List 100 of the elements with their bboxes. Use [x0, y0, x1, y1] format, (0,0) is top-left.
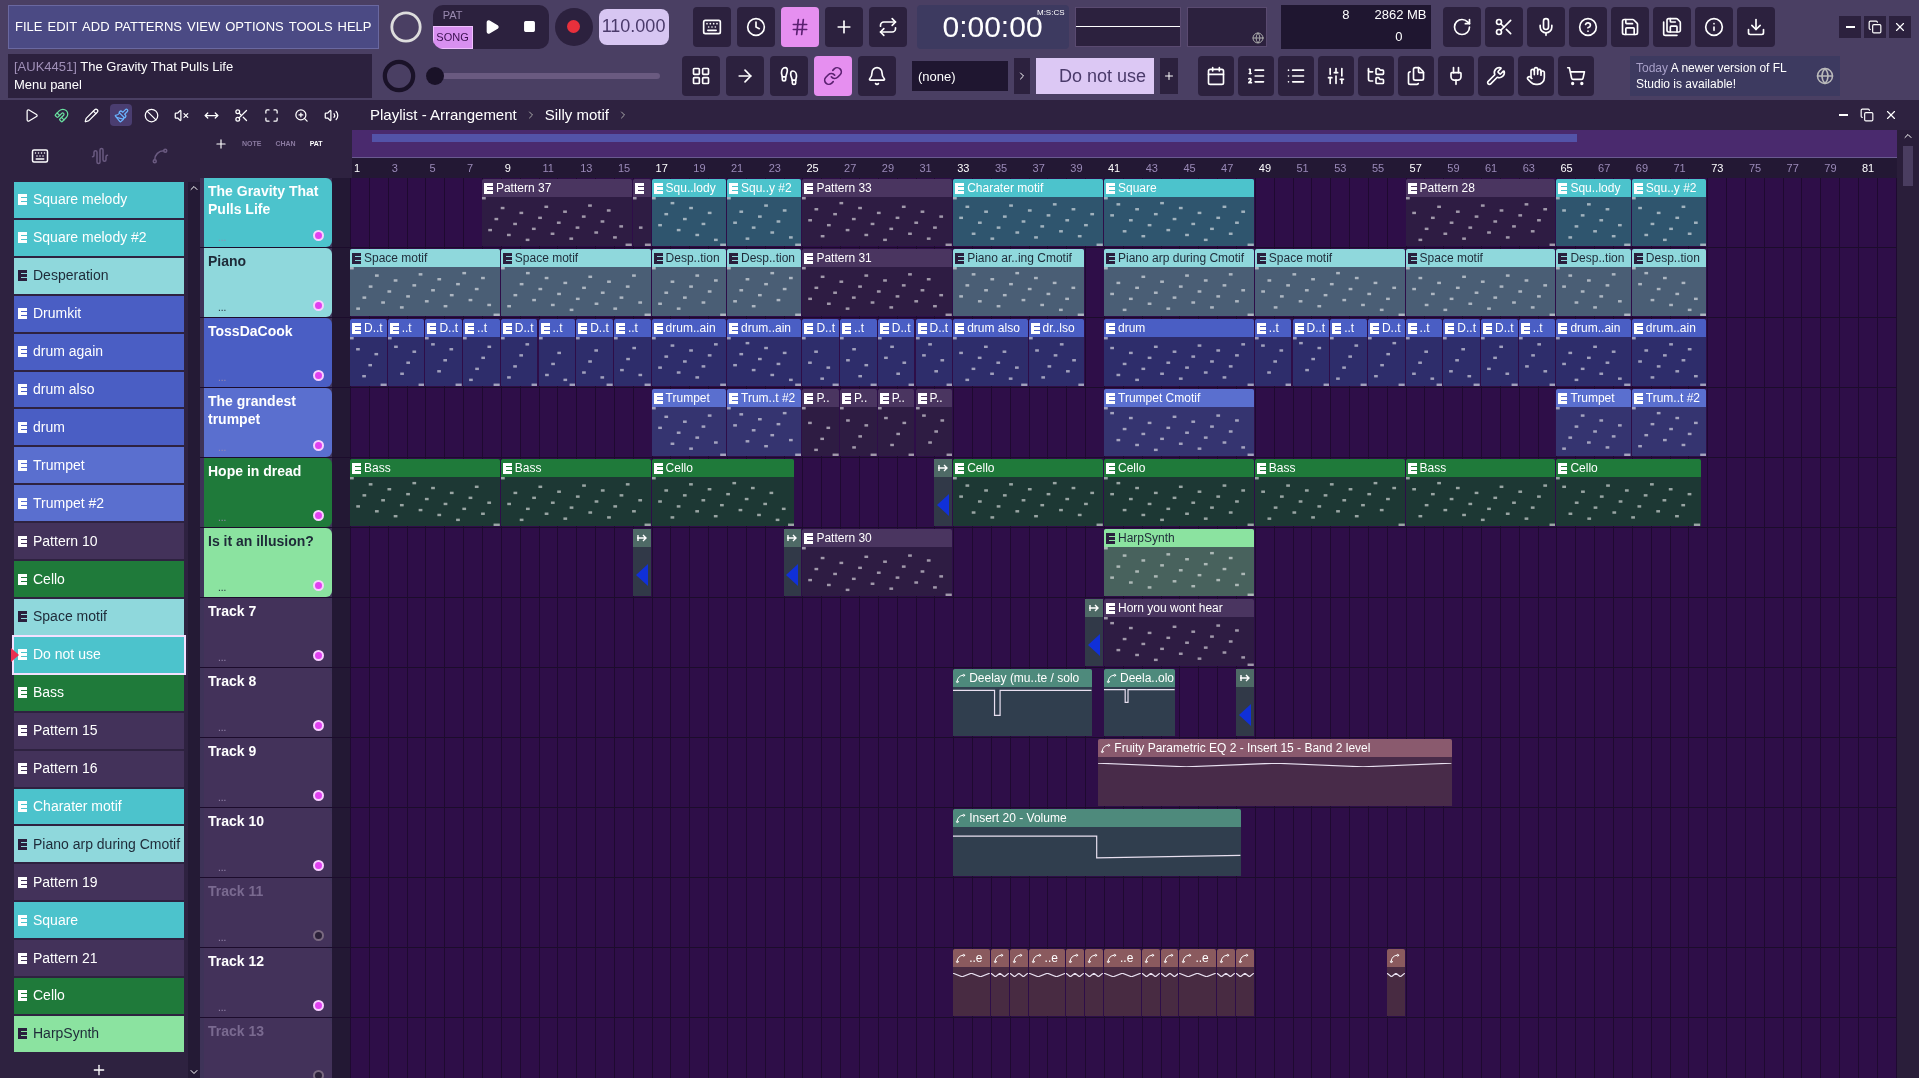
- pattern-item[interactable]: Bass: [14, 674, 185, 711]
- track-header[interactable]: Track 10 ...: [204, 808, 332, 877]
- pattern-clip[interactable]: Cello: [651, 459, 794, 526]
- automation-clip[interactable]: Deela..olo: [1104, 669, 1175, 736]
- more-dots[interactable]: ...: [218, 930, 227, 945]
- pattern-item[interactable]: Desperation: [14, 257, 185, 294]
- pattern-item[interactable]: drum: [14, 409, 185, 446]
- pattern-clip[interactable]: Bass: [500, 459, 651, 526]
- pattern-clip[interactable]: Space motif: [1254, 249, 1405, 316]
- more-dots[interactable]: ...: [218, 860, 227, 875]
- pattern-clip[interactable]: HarpSynth: [1104, 529, 1254, 596]
- pattern-clip[interactable]: Trum..t #2: [727, 389, 802, 456]
- more-dots[interactable]: ...: [218, 1000, 227, 1015]
- track-header[interactable]: Track 7 ...: [204, 598, 332, 667]
- pattern-clip[interactable]: Horn you wont hear: [1104, 599, 1254, 666]
- pattern-clip[interactable]: Trumpet Cmotif: [1104, 389, 1254, 456]
- track-header[interactable]: Track 9 ...: [204, 738, 332, 807]
- mode-toggle[interactable]: SONG: [432, 25, 473, 49]
- pattern-clip[interactable]: drum..ain: [1556, 319, 1631, 386]
- pattern-clip[interactable]: Pattern 28: [1405, 179, 1556, 246]
- pattern-item[interactable]: Pattern 19: [14, 864, 185, 901]
- pattern-clip[interactable]: ..t: [387, 319, 425, 386]
- pattern-item[interactable]: Cello: [14, 561, 185, 597]
- dropdown[interactable]: (none): [912, 61, 1008, 92]
- pattern-clip[interactable]: ..t: [538, 319, 576, 386]
- pattern-clip[interactable]: P..: [877, 389, 915, 456]
- pattern-clip[interactable]: Cello: [1104, 459, 1254, 526]
- timeline-ruler[interactable]: 1 3 5 7 9 11 13 15 17 19 21 23 25 27 29 31 33 35 37 39 41 43 45 47 49 51 53 55 57 59 61 63 65 67 69 71 73 75 77 79 81: [352, 158, 1897, 178]
- pattern-item[interactable]: Trumpet: [14, 447, 185, 484]
- pattern-clip[interactable]: Space motif: [350, 249, 500, 316]
- pattern-clip[interactable]: D..t: [1443, 319, 1480, 386]
- pattern-item[interactable]: drum again: [14, 333, 185, 370]
- pattern-clip[interactable]: Bass: [1405, 459, 1556, 526]
- pattern-clip[interactable]: ..t: [1254, 319, 1292, 386]
- pattern-clip[interactable]: drum..ain: [727, 319, 802, 386]
- pattern-clip[interactable]: drum: [1104, 319, 1254, 386]
- menu-item[interactable]: EDIT: [47, 17, 78, 37]
- menu-item[interactable]: HELP: [337, 17, 372, 37]
- pattern-item[interactable]: Pattern 10: [14, 523, 185, 560]
- menu-item[interactable]: FILE: [15, 17, 43, 37]
- pattern-clip[interactable]: Pattern 30: [802, 529, 953, 596]
- automation-clip[interactable]: Insert 20 - Volume: [953, 809, 1241, 876]
- pattern-item[interactable]: HarpSynth: [14, 1015, 185, 1052]
- pattern-clip[interactable]: Bass: [1254, 459, 1405, 526]
- automation-clip[interactable]: Fruity Parametric EQ 2 - Insert 15 - Band 2 level: [1098, 739, 1452, 806]
- pattern-clip[interactable]: ..t: [1518, 319, 1556, 386]
- pattern-item[interactable]: Drumkit: [14, 295, 185, 332]
- track-header[interactable]: Track 8 ...: [204, 668, 332, 737]
- pattern-clip[interactable]: Desp..tion: [727, 249, 802, 316]
- pattern-selector-field[interactable]: Do not use: [1036, 58, 1154, 95]
- menu-item[interactable]: OPTIONS: [225, 17, 284, 37]
- pattern-item[interactable]: drum also: [14, 371, 185, 408]
- pattern-clip[interactable]: ..t: [1330, 319, 1367, 386]
- pattern-item[interactable]: Trumpet #2: [14, 485, 185, 522]
- pattern-clip[interactable]: ..t: [840, 319, 877, 386]
- pattern-clip[interactable]: D..t: [1292, 319, 1330, 386]
- menu-item[interactable]: PATTERNS: [114, 17, 182, 37]
- pattern-clip[interactable]: Desp..tion: [1631, 249, 1707, 316]
- pattern-clip[interactable]: Piano ar..ing Cmotif: [953, 249, 1085, 316]
- breadcrumb-pattern[interactable]: Silly motif: [544, 103, 609, 127]
- pattern-clip[interactable]: Space motif: [1405, 249, 1556, 316]
- pattern-clip[interactable]: Cello: [1556, 459, 1701, 526]
- pattern-clip[interactable]: D..t: [500, 319, 538, 386]
- pattern-clip[interactable]: Desp..tion: [651, 249, 726, 316]
- automation-clip[interactable]: ..e: [1104, 949, 1141, 1016]
- pattern-clip[interactable]: D..t: [1367, 319, 1405, 386]
- pattern-item[interactable]: Pattern 21: [14, 940, 185, 977]
- track-header[interactable]: Track 12 ...: [204, 948, 332, 1017]
- pattern-clip[interactable]: D..t: [802, 319, 840, 386]
- more-dots[interactable]: ...: [218, 650, 227, 665]
- pattern-item[interactable]: Pattern 15: [14, 712, 185, 749]
- menu-item[interactable]: ADD: [82, 17, 110, 37]
- menu-item[interactable]: TOOLS: [288, 17, 333, 37]
- track-header[interactable]: Piano ...: [204, 248, 332, 317]
- pattern-clip[interactable]: Piano arp during Cmotif: [1104, 249, 1254, 316]
- pattern-clip[interactable]: Pattern 31: [802, 249, 953, 316]
- pattern-clip[interactable]: D..t: [1481, 319, 1518, 386]
- pattern-clip[interactable]: Pattern 33: [802, 179, 953, 246]
- pattern-item[interactable]: Piano arp during Cmotif: [14, 826, 185, 863]
- pattern-item[interactable]: Space motif: [14, 598, 185, 635]
- pattern-clip[interactable]: P..: [840, 389, 877, 456]
- track-header[interactable]: Is it an illusion? ...: [204, 528, 332, 597]
- pattern-clip[interactable]: ..t: [463, 319, 500, 386]
- pattern-clip[interactable]: Trumpet: [651, 389, 726, 456]
- automation-clip[interactable]: ..e: [1179, 949, 1217, 1016]
- pattern-clip[interactable]: D..t: [877, 319, 915, 386]
- pattern-clip[interactable]: drum..ain: [1631, 319, 1707, 386]
- automation-clip[interactable]: ..e: [953, 949, 990, 1016]
- pattern-clip[interactable]: D..t: [915, 319, 953, 386]
- pattern-clip[interactable]: Bass: [350, 459, 500, 526]
- pattern-clip[interactable]: drum also: [953, 319, 1028, 386]
- pattern-clip[interactable]: Cello: [953, 459, 1103, 526]
- mode-toggle[interactable]: PAT: [432, 4, 473, 26]
- pattern-clip[interactable]: dr..lso: [1028, 319, 1085, 386]
- pattern-clip[interactable]: P..: [915, 389, 953, 456]
- more-dots[interactable]: ...: [218, 300, 227, 315]
- more-dots[interactable]: ...: [218, 720, 227, 735]
- menu-item[interactable]: VIEW: [186, 17, 221, 37]
- more-dots[interactable]: ...: [218, 790, 227, 805]
- pattern-clip[interactable]: D..t: [425, 319, 463, 386]
